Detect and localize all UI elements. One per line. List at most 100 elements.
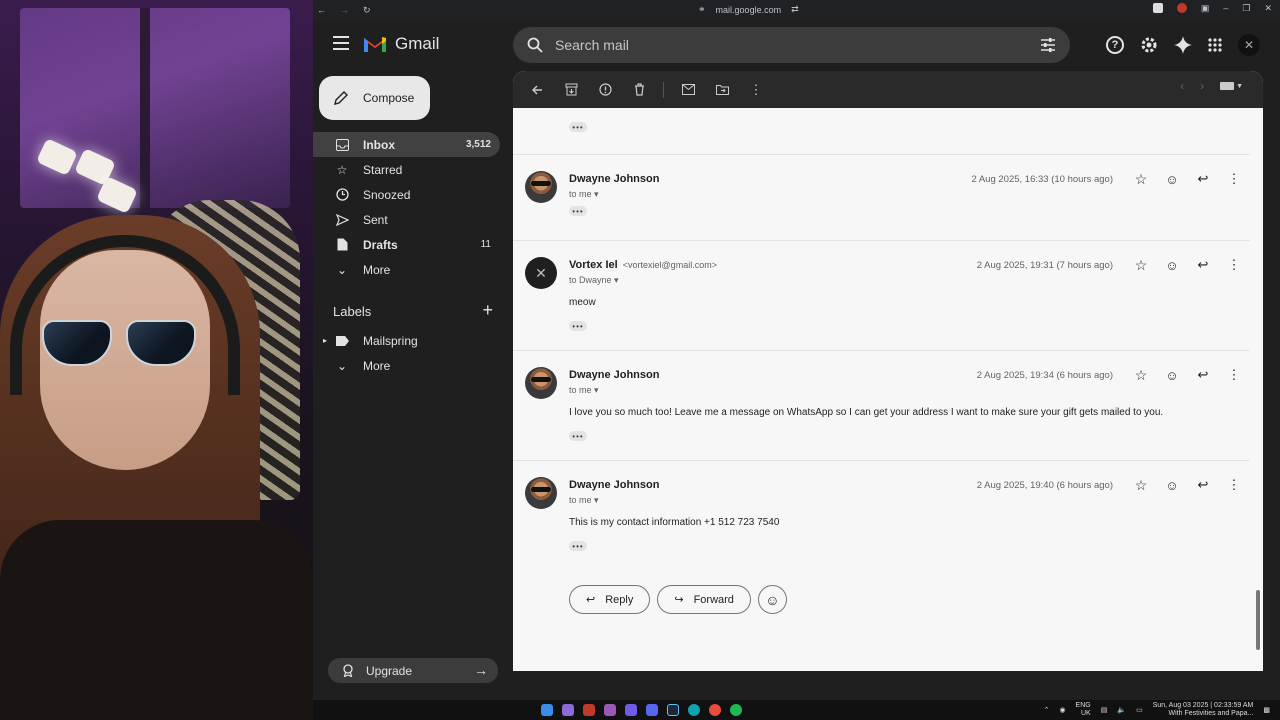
clock[interactable]: Sun, Aug 03 2025 | 02:33:59 AM With Festi…: [1153, 702, 1254, 718]
delete-icon[interactable]: [629, 80, 649, 100]
show-trimmed-content[interactable]: •••: [569, 431, 587, 441]
sidebar-item-more[interactable]: ⌄ More: [313, 257, 500, 282]
reply-icon[interactable]: ↩: [1195, 477, 1211, 493]
sender-avatar[interactable]: [525, 367, 557, 399]
settings-gear-icon[interactable]: [1140, 36, 1158, 54]
more-vert-icon[interactable]: ⋮: [1226, 477, 1242, 493]
back-icon[interactable]: ←: [317, 5, 326, 16]
older-icon[interactable]: ›: [1200, 79, 1204, 93]
sender-name[interactable]: Dwayne Johnson: [569, 479, 659, 491]
tray-overflow-icon[interactable]: ⌃: [1044, 706, 1050, 714]
message-item[interactable]: ✕ Vortex Iel <vortexiel@gmail.com> to Dw…: [513, 241, 1250, 351]
sidebar-item-starred[interactable]: ☆ Starred: [313, 157, 500, 182]
more-options-icon[interactable]: ⋮: [746, 80, 766, 100]
edge-icon[interactable]: [688, 704, 700, 716]
reply-icon[interactable]: ↩: [1195, 367, 1211, 383]
network-icon[interactable]: ▤: [1101, 706, 1108, 714]
forward-icon[interactable]: →: [340, 5, 349, 16]
show-trimmed-content[interactable]: •••: [569, 321, 587, 331]
sender-name[interactable]: Dwayne Johnson: [569, 173, 659, 185]
gemini-sparkle-icon[interactable]: [1174, 36, 1192, 54]
emoji-reaction-icon[interactable]: ☺: [1164, 257, 1180, 273]
close-icon[interactable]: ✕: [1264, 3, 1272, 14]
extension-icon[interactable]: [1152, 3, 1163, 13]
label-item-mailspring[interactable]: ▸ Mailspring: [313, 328, 500, 353]
newer-icon[interactable]: ‹: [1180, 79, 1184, 93]
account-avatar[interactable]: ✕: [1238, 34, 1260, 56]
reload-icon[interactable]: ↻: [363, 5, 371, 16]
message-item[interactable]: Dwayne Johnson to me ▾ 2 Aug 2025, 19:40…: [513, 461, 1250, 571]
back-to-inbox-icon[interactable]: [527, 80, 547, 100]
tray-app-icon[interactable]: ◉: [1059, 706, 1065, 714]
show-trimmed-content[interactable]: •••: [569, 206, 587, 216]
forward-button[interactable]: ↪ Forward: [657, 585, 751, 614]
move-to-icon[interactable]: [712, 80, 732, 100]
recipient-line[interactable]: to me ▾: [569, 385, 599, 396]
address-bar[interactable]: ⚭ mail.google.com ⇄: [698, 4, 799, 15]
emoji-reaction-icon[interactable]: ☺: [1164, 477, 1180, 493]
reply-icon[interactable]: ↩: [1195, 171, 1211, 187]
archive-icon[interactable]: [561, 80, 581, 100]
recipient-line[interactable]: to Dwayne ▾: [569, 275, 619, 286]
app-icon[interactable]: [583, 704, 595, 716]
mark-unread-icon[interactable]: [678, 80, 698, 100]
star-icon[interactable]: ☆: [1133, 257, 1149, 273]
more-vert-icon[interactable]: ⋮: [1226, 257, 1242, 273]
more-vert-icon[interactable]: ⋮: [1226, 367, 1242, 383]
main-menu-icon[interactable]: [333, 36, 349, 50]
discord-icon[interactable]: [646, 704, 658, 716]
reply-button[interactable]: ↩ Reply: [569, 585, 651, 614]
restore-icon[interactable]: ❐: [1242, 3, 1250, 14]
show-trimmed-content[interactable]: •••: [569, 122, 587, 132]
message-item[interactable]: Dwayne Johnson to me ▾ 2 Aug 2025, 19:34…: [513, 351, 1250, 461]
language-indicator[interactable]: ENG UK: [1076, 702, 1091, 718]
expand-arrow-icon[interactable]: ▸: [323, 336, 327, 345]
sender-line[interactable]: Vortex Iel <vortexiel@gmail.com>: [569, 259, 717, 271]
app-icon[interactable]: [625, 704, 637, 716]
reply-icon[interactable]: ↩: [1195, 257, 1211, 273]
notification-icon[interactable]: ▩: [1263, 706, 1270, 714]
upgrade-button[interactable]: Upgrade →: [328, 658, 498, 683]
help-icon[interactable]: ?: [1106, 36, 1124, 54]
more-vert-icon[interactable]: ⋮: [1226, 171, 1242, 187]
sender-avatar[interactable]: [525, 171, 557, 203]
star-icon[interactable]: ☆: [1133, 171, 1149, 187]
search-icon[interactable]: [527, 37, 543, 53]
spotify-icon[interactable]: [730, 704, 742, 716]
app-icon[interactable]: [562, 704, 574, 716]
message-item[interactable]: Dwayne Johnson to me ▾ 2 Aug 2025, 16:33…: [513, 155, 1250, 241]
sender-avatar[interactable]: [525, 477, 557, 509]
emoji-reaction-button[interactable]: ☺: [757, 585, 787, 614]
gmail-logo[interactable]: Gmail: [363, 34, 439, 54]
compose-button[interactable]: Compose: [319, 76, 430, 120]
app-icon[interactable]: [604, 704, 616, 716]
search-bar[interactable]: Search mail: [513, 27, 1070, 63]
labels-more[interactable]: ⌄ More: [313, 353, 500, 378]
sender-name[interactable]: Dwayne Johnson: [569, 369, 659, 381]
volume-icon[interactable]: 🔈: [1117, 706, 1126, 714]
tune-icon[interactable]: ⇄: [791, 4, 799, 15]
star-icon[interactable]: ☆: [1133, 367, 1149, 383]
report-spam-icon[interactable]: [595, 80, 615, 100]
input-tools-icon[interactable]: ▼: [1220, 82, 1243, 90]
search-options-icon[interactable]: [1040, 37, 1056, 53]
steam-icon[interactable]: [667, 704, 679, 716]
minimize-icon[interactable]: –: [1223, 3, 1228, 14]
sidebar-item-drafts[interactable]: Drafts 11: [313, 232, 500, 257]
ublock-icon[interactable]: [1176, 3, 1187, 13]
sender-avatar[interactable]: ✕: [525, 257, 557, 289]
sidebar-icon[interactable]: ▣: [1201, 3, 1210, 14]
apps-grid-icon[interactable]: [1208, 38, 1222, 52]
show-trimmed-content[interactable]: •••: [569, 541, 587, 551]
recipient-line[interactable]: to me ▾: [569, 189, 599, 200]
sidebar-item-inbox[interactable]: Inbox 3,512: [313, 132, 500, 157]
start-icon[interactable]: [541, 704, 553, 716]
star-icon[interactable]: ☆: [1133, 477, 1149, 493]
add-label-icon[interactable]: +: [482, 301, 493, 319]
emoji-reaction-icon[interactable]: ☺: [1164, 171, 1180, 187]
battery-icon[interactable]: ▭: [1136, 706, 1143, 714]
recipient-line[interactable]: to me ▾: [569, 495, 599, 506]
emoji-reaction-icon[interactable]: ☺: [1164, 367, 1180, 383]
search-input[interactable]: Search mail: [555, 37, 629, 53]
app-icon[interactable]: [709, 704, 721, 716]
